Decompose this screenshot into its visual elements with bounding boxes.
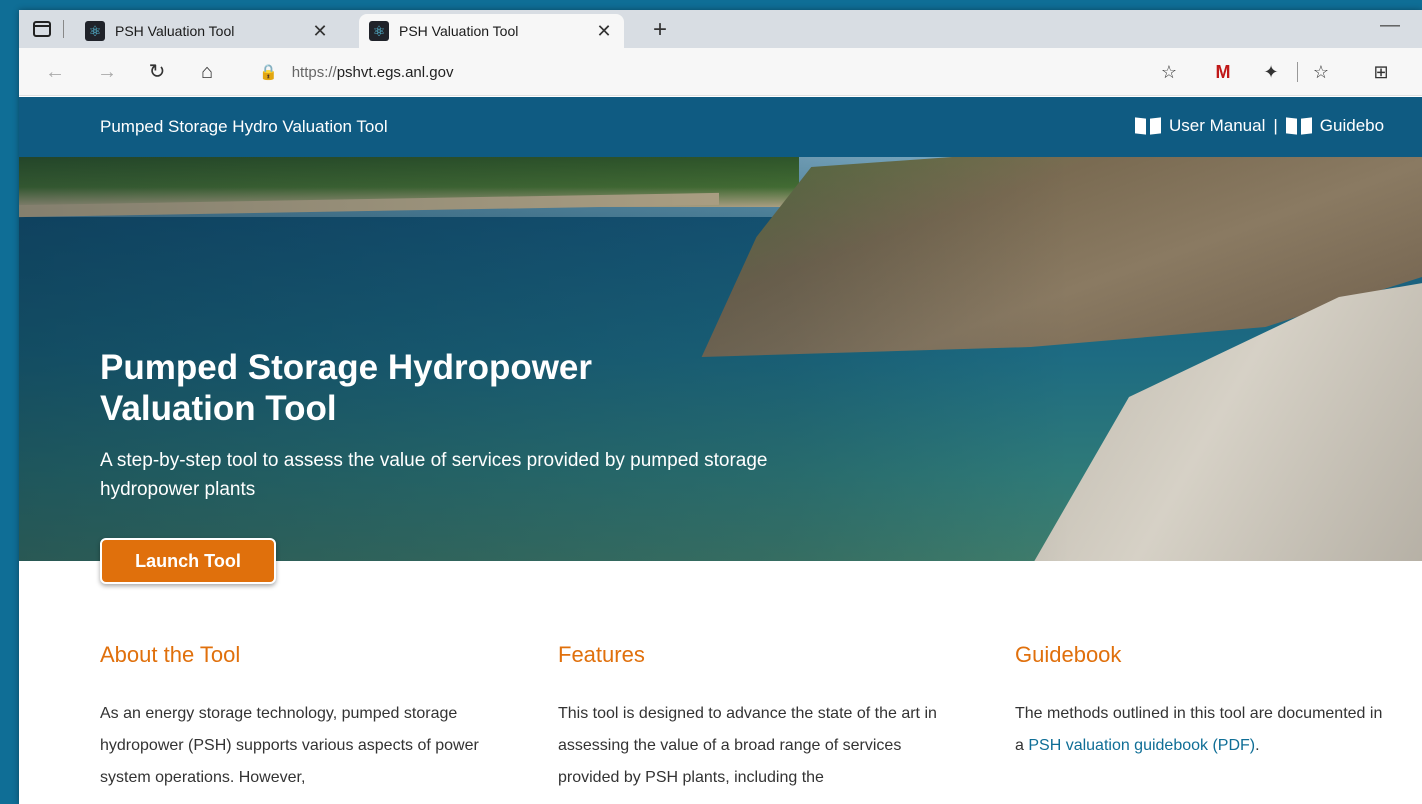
react-favicon-icon: ⚛	[369, 21, 389, 41]
tab-strip: ⚛ PSH Valuation Tool ✕ ⚛ PSH Valuation T…	[19, 10, 1422, 48]
collections-icon[interactable]: ⊞	[1369, 60, 1393, 84]
about-section: About the Tool As an energy storage tech…	[100, 642, 480, 794]
guidebook-text: The methods outlined in this tool are do…	[1015, 698, 1395, 762]
new-tab-icon[interactable]: +	[647, 16, 673, 44]
minimize-icon[interactable]: —	[1380, 14, 1400, 37]
guidebook-heading: Guidebook	[1015, 642, 1122, 667]
launch-tool-button[interactable]: Launch Tool	[100, 538, 276, 584]
tab-title: PSH Valuation Tool	[399, 23, 519, 39]
extensions-icon[interactable]: ✦	[1259, 60, 1283, 84]
link-separator: |	[1273, 116, 1278, 135]
about-text: As an energy storage technology, pumped …	[100, 705, 479, 786]
features-heading: Features	[558, 642, 645, 667]
tab-title: PSH Valuation Tool	[115, 23, 235, 39]
guidebook-pdf-link[interactable]: PSH valuation guidebook (PDF)	[1028, 737, 1255, 754]
browser-toolbar: ← → ↻ ⌂ 🔒 https:// pshvt.egs.anl.gov ☆ M…	[19, 48, 1422, 96]
site-title[interactable]: Pumped Storage Hydro Valuation Tool	[100, 117, 388, 137]
book-icon	[1135, 117, 1161, 135]
add-favorite-icon[interactable]: ☆	[1157, 60, 1181, 84]
home-icon[interactable]: ⌂	[193, 58, 221, 86]
features-section: Features This tool is designed to advanc…	[558, 642, 938, 794]
refresh-icon[interactable]: ↻	[143, 58, 171, 86]
guidebook-text-after: .	[1255, 737, 1260, 754]
toolbar-divider	[1297, 62, 1298, 82]
browser-window: ⚛ PSH Valuation Tool ✕ ⚛ PSH Valuation T…	[19, 10, 1422, 804]
header-links: User Manual | Guidebo	[1135, 116, 1384, 136]
tab-divider	[63, 20, 64, 38]
features-text: This tool is designed to advance the sta…	[558, 705, 937, 786]
site-header: Pumped Storage Hydro Valuation Tool User…	[19, 97, 1422, 157]
tab-psh-1[interactable]: ⚛ PSH Valuation Tool ✕	[75, 14, 340, 48]
guidebook-section: Guidebook The methods outlined in this t…	[1015, 642, 1395, 762]
hero-title: Pumped Storage Hydropower Valuation Tool	[100, 348, 593, 429]
book-icon	[1286, 117, 1312, 135]
guidebook-link[interactable]: Guidebo	[1320, 116, 1384, 136]
address-bar[interactable]: 🔒 https:// pshvt.egs.anl.gov	[243, 55, 1378, 89]
forward-arrow-icon[interactable]: →	[93, 58, 121, 86]
close-icon[interactable]: ✕	[310, 21, 330, 42]
tab-psh-2[interactable]: ⚛ PSH Valuation Tool ✕	[359, 14, 624, 48]
url-host: pshvt.egs.anl.gov	[336, 63, 454, 81]
user-manual-link[interactable]: User Manual	[1169, 116, 1265, 136]
tab-actions-icon[interactable]	[33, 21, 51, 37]
favorites-icon[interactable]: ☆	[1309, 60, 1333, 84]
close-icon[interactable]: ✕	[594, 21, 614, 42]
hero-subtitle: A step-by-step tool to assess the value …	[100, 450, 768, 500]
url-protocol: https://	[291, 63, 337, 81]
react-favicon-icon: ⚛	[85, 21, 105, 41]
lock-icon[interactable]: 🔒	[259, 63, 278, 81]
mcafee-extension-icon[interactable]: M	[1211, 60, 1235, 84]
back-arrow-icon[interactable]: ←	[41, 58, 69, 86]
about-heading: About the Tool	[100, 642, 241, 667]
hero-banner: Pumped Storage Hydropower Valuation Tool…	[19, 157, 1422, 561]
